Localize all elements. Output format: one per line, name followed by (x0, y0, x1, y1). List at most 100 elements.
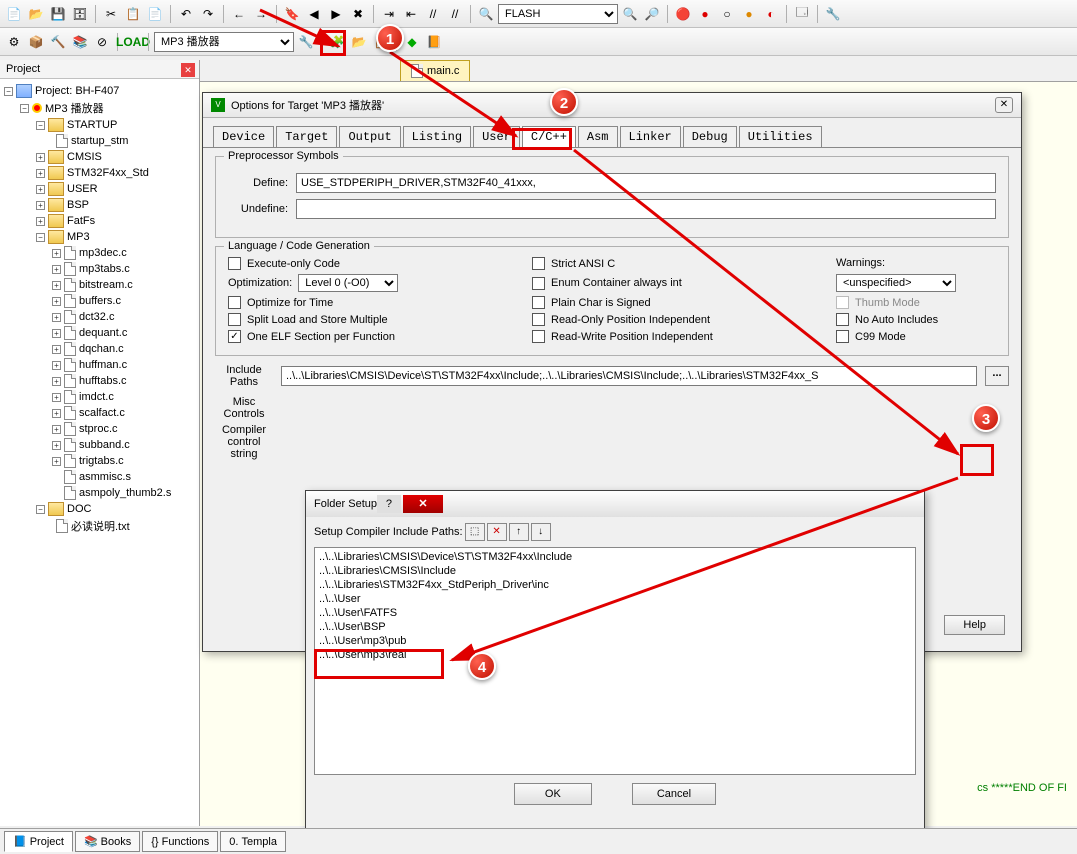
tab-functions[interactable]: {} Functions (142, 831, 218, 852)
chk-one-elf[interactable]: ✓One ELF Section per Function (228, 330, 508, 343)
find-icon[interactable]: 🔍 (476, 4, 496, 24)
file-item[interactable]: +hufftabs.c (0, 373, 199, 389)
help-button[interactable]: Help (944, 615, 1005, 635)
open-icon[interactable]: 📂 (26, 4, 46, 24)
breakpoint-disable-icon[interactable]: ○ (717, 4, 737, 24)
target-combo[interactable]: MP3 播放器 (154, 32, 294, 52)
tab-utilities[interactable]: Utilities (739, 126, 822, 147)
file-item[interactable]: +scalfact.c (0, 405, 199, 421)
bookmark-clear-icon[interactable]: ✖ (348, 4, 368, 24)
folder-fatfs[interactable]: +FatFs (0, 213, 199, 229)
build-icon[interactable]: 📦 (26, 32, 46, 52)
folder-mp3[interactable]: −MP3 (0, 229, 199, 245)
find-combo[interactable]: FLASH (498, 4, 618, 24)
debug-icon[interactable]: 🔴 (673, 4, 693, 24)
tab-debug[interactable]: Debug (683, 126, 737, 147)
stop-build-icon[interactable]: ⊘ (92, 32, 112, 52)
browse-include-button[interactable]: ... (985, 366, 1009, 386)
folder-stdperiph[interactable]: +STM32F4xx_Std (0, 165, 199, 181)
file-item[interactable]: +dequant.c (0, 325, 199, 341)
target-node[interactable]: −MP3 播放器 (0, 99, 199, 117)
tab-listing[interactable]: Listing (403, 126, 471, 147)
chk-optimize-time[interactable]: Optimize for Time (228, 296, 508, 309)
rebuild-icon[interactable]: 🔨 (48, 32, 68, 52)
move-down-icon[interactable]: ↓ (531, 523, 551, 541)
file-item[interactable]: +dqchan.c (0, 341, 199, 357)
optimization-select[interactable]: Level 0 (-O0) (298, 274, 398, 292)
chk-execute-only[interactable]: Execute-only Code (228, 257, 508, 270)
path-item[interactable]: ..\..\Libraries\CMSIS\Include (319, 564, 911, 578)
chk-plain-char[interactable]: Plain Char is Signed (532, 296, 812, 309)
chk-c99[interactable]: C99 Mode (836, 330, 996, 343)
cut-icon[interactable]: ✂ (101, 4, 121, 24)
tab-linker[interactable]: Linker (620, 126, 681, 147)
path-item[interactable]: ..\..\Libraries\CMSIS\Device\ST\STM32F4x… (319, 550, 911, 564)
include-paths-input[interactable] (281, 366, 977, 386)
help-icon[interactable]: ? (377, 495, 401, 513)
file-item[interactable]: +buffers.c (0, 293, 199, 309)
file-item[interactable]: +stproc.c (0, 421, 199, 437)
close-icon[interactable]: ✕ (995, 97, 1013, 113)
folder-doc[interactable]: −DOC (0, 501, 199, 517)
back-icon[interactable]: ← (229, 4, 249, 24)
path-item[interactable]: ..\..\User\BSP (319, 620, 911, 634)
folder-cmsis[interactable]: +CMSIS (0, 149, 199, 165)
manage-components-icon[interactable]: 🧩 (327, 32, 347, 52)
file-item[interactable]: +trigtabs.c (0, 453, 199, 469)
save-all-icon[interactable]: 🗄 (70, 4, 90, 24)
uncomment-icon[interactable]: // (445, 4, 465, 24)
delete-path-icon[interactable]: ✕ (487, 523, 507, 541)
tab-device[interactable]: Device (213, 126, 274, 147)
chk-split-load[interactable]: Split Load and Store Multiple (228, 313, 508, 326)
tab-cpp[interactable]: C/C++ (522, 126, 576, 147)
close-icon[interactable]: ✕ (181, 63, 195, 77)
define-input[interactable] (296, 173, 996, 193)
bookmark-next-icon[interactable]: ▶ (326, 4, 346, 24)
file-item[interactable]: +asmpoly_thumb2.s (0, 485, 199, 501)
tab-user[interactable]: User (473, 126, 520, 147)
config-icon[interactable]: 🔧 (823, 4, 843, 24)
path-item[interactable]: ..\..\User\mp3\real (319, 648, 911, 662)
tab-project[interactable]: 📘 Project (4, 831, 73, 852)
project-root[interactable]: −Project: BH-F407 (0, 83, 199, 99)
redo-icon[interactable]: ↷ (198, 4, 218, 24)
folder-path-list[interactable]: ..\..\Libraries\CMSIS\Device\ST\STM32F4x… (314, 547, 916, 775)
file-item[interactable]: +bitstream.c (0, 277, 199, 293)
file-item[interactable]: +mp3tabs.c (0, 261, 199, 277)
tab-asm[interactable]: Asm (578, 126, 618, 147)
move-up-icon[interactable]: ↑ (509, 523, 529, 541)
incremental-find-icon[interactable]: 🔎 (642, 4, 662, 24)
window-icon[interactable]: 🗔 (792, 4, 812, 24)
batch-build-icon[interactable]: 📚 (70, 32, 90, 52)
copy-icon[interactable]: 📋 (123, 4, 143, 24)
chk-rw-pos[interactable]: Read-Write Position Independent (532, 330, 812, 343)
file-item[interactable]: +subband.c (0, 437, 199, 453)
warnings-select[interactable]: <unspecified> (836, 274, 956, 292)
new-path-icon[interactable]: ⬚ (465, 523, 485, 541)
chk-ro-pos[interactable]: Read-Only Position Independent (532, 313, 812, 326)
forward-icon[interactable]: → (251, 4, 271, 24)
unindent-icon[interactable]: ⇤ (401, 4, 421, 24)
path-item[interactable]: ..\..\User (319, 592, 911, 606)
undo-icon[interactable]: ↶ (176, 4, 196, 24)
paste-icon[interactable]: 📄 (145, 4, 165, 24)
file-item[interactable]: +dct32.c (0, 309, 199, 325)
tab-books[interactable]: 📚 Books (75, 831, 140, 852)
chk-strict-ansi[interactable]: Strict ANSI C (532, 257, 812, 270)
file-item[interactable]: startup_stm (0, 133, 199, 149)
manage-rte-icon[interactable]: 📂 (349, 32, 369, 52)
file-item[interactable]: +imdct.c (0, 389, 199, 405)
undefine-input[interactable] (296, 199, 996, 219)
file-item[interactable]: 必读说明.txt (0, 517, 199, 535)
bookmark-icon[interactable]: 🔖 (282, 4, 302, 24)
books-icon[interactable]: 📙 (424, 32, 444, 52)
path-item[interactable]: ..\..\User\mp3\pub (319, 634, 911, 648)
target-options-icon[interactable]: 🔧 (296, 32, 316, 52)
breakpoint-kill-icon[interactable]: ● (739, 4, 759, 24)
ok-button[interactable]: OK (514, 783, 592, 805)
path-item[interactable]: ..\..\Libraries\STM32F4xx_StdPeriph_Driv… (319, 578, 911, 592)
file-item[interactable]: +mp3dec.c (0, 245, 199, 261)
new-file-icon[interactable]: 📄 (4, 4, 24, 24)
tab-target[interactable]: Target (276, 126, 337, 147)
folder-user[interactable]: +USER (0, 181, 199, 197)
